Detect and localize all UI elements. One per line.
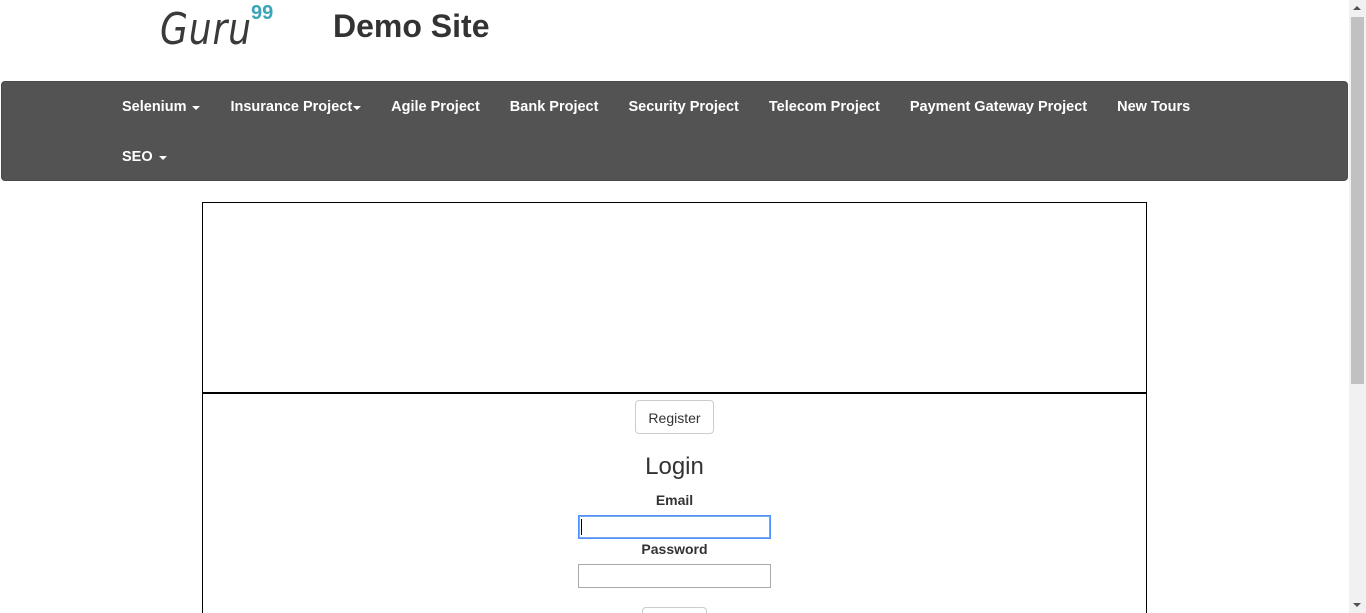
email-input[interactable] — [578, 515, 771, 539]
nav-label: Selenium — [122, 99, 187, 115]
logo-superscript: 99 — [251, 2, 274, 24]
nav-insurance-project[interactable]: Insurance Project — [215, 82, 376, 132]
password-input[interactable] — [578, 564, 771, 588]
guru99-logo[interactable]: Guru 99 — [160, 2, 273, 56]
email-label: Email — [655, 492, 694, 508]
nav-row-2: SEO — [107, 132, 182, 182]
logo-text: Guru — [160, 4, 252, 55]
nav-row-1: Selenium Insurance Project Agile Project… — [107, 82, 1205, 132]
nav-seo[interactable]: SEO — [107, 132, 182, 182]
submit-button[interactable] — [642, 607, 707, 613]
nav-telecom-project[interactable]: Telecom Project — [754, 82, 895, 132]
site-title: Demo Site — [333, 8, 490, 44]
scroll-thumb[interactable] — [1351, 17, 1364, 384]
password-label: Password — [641, 541, 708, 557]
register-button[interactable]: Register — [635, 400, 714, 434]
vertical-scrollbar[interactable] — [1349, 0, 1366, 613]
login-heading: Login — [645, 453, 704, 480]
nav-label: Telecom Project — [768, 99, 880, 115]
nav-label: Payment Gateway Project — [909, 99, 1088, 115]
nav-selenium[interactable]: Selenium — [107, 82, 215, 132]
nav-label: Agile Project — [391, 99, 480, 115]
nav-label: Bank Project — [509, 99, 599, 115]
nav-label: Insurance Project — [230, 99, 353, 115]
nav-label: Security Project — [628, 99, 739, 115]
nav-agile-project[interactable]: Agile Project — [376, 82, 495, 132]
scroll-up-icon[interactable] — [1353, 6, 1361, 10]
nav-label: SEO — [122, 149, 153, 165]
nav-new-tours[interactable]: New Tours — [1102, 82, 1205, 132]
scroll-down-icon[interactable] — [1353, 603, 1361, 607]
nav-bank-project[interactable]: Bank Project — [495, 82, 614, 132]
caret-down-icon — [158, 156, 167, 160]
nav-security-project[interactable]: Security Project — [613, 82, 753, 132]
ad-frame — [202, 202, 1147, 394]
text-cursor — [581, 519, 582, 535]
page: Guru 99 Demo Site Selenium Insurance Pro… — [0, 0, 1366, 613]
caret-down-icon — [192, 106, 201, 110]
main-navbar: Selenium Insurance Project Agile Project… — [1, 81, 1348, 181]
nav-label: New Tours — [1117, 99, 1191, 115]
nav-payment-gateway-project[interactable]: Payment Gateway Project — [895, 82, 1102, 132]
caret-down-icon — [353, 106, 362, 110]
